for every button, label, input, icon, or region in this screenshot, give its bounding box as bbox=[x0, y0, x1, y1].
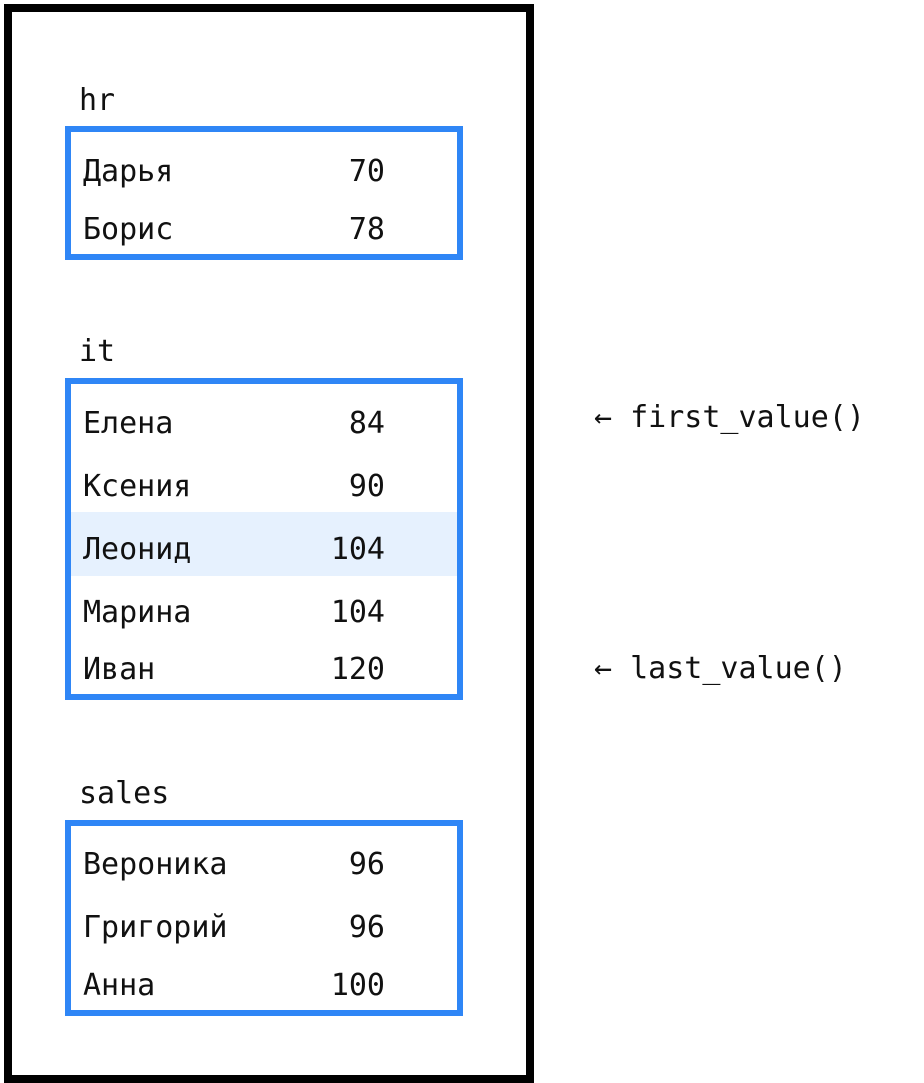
table-row: Григорий 96 bbox=[71, 894, 457, 958]
row-value: 78 bbox=[348, 212, 385, 247]
group-box-it: Елена 84 Ксения 90 Леонид 104 Марина 104… bbox=[65, 378, 463, 700]
table-row: Ксения 90 bbox=[71, 452, 457, 516]
table-row: Иван 120 bbox=[71, 636, 457, 700]
highlighted-row: Леонид 104 bbox=[71, 512, 457, 576]
row-name: Ксения bbox=[83, 469, 192, 504]
row-name: Вероника bbox=[83, 847, 228, 882]
table-row: Анна 100 bbox=[71, 952, 457, 1016]
row-value: 100 bbox=[330, 968, 385, 1003]
group-label-hr: hr bbox=[79, 83, 116, 118]
row-name: Анна bbox=[83, 968, 156, 1003]
row-value: 120 bbox=[330, 652, 385, 687]
group-box-hr: Дарья 70 Борис 78 bbox=[65, 126, 463, 260]
table-row: Вероника 96 bbox=[71, 830, 457, 894]
last-value-annotation: ← last_value() bbox=[594, 651, 847, 686]
row-value: 104 bbox=[330, 595, 385, 630]
row-value: 70 bbox=[348, 154, 385, 189]
row-name: Григорий bbox=[83, 910, 228, 945]
table-row: Дарья 70 bbox=[71, 140, 457, 204]
row-value: 84 bbox=[348, 406, 385, 441]
row-value: 96 bbox=[348, 910, 385, 945]
row-name: Дарья bbox=[83, 154, 174, 189]
row-value: 90 bbox=[348, 469, 385, 504]
row-name: Борис bbox=[83, 212, 174, 247]
first-value-annotation: ← first_value() bbox=[594, 400, 865, 435]
row-name: Елена bbox=[83, 406, 174, 441]
row-name: Марина bbox=[83, 595, 192, 630]
group-label-sales: sales bbox=[79, 776, 170, 811]
row-name: Леонид bbox=[83, 532, 192, 567]
row-name: Иван bbox=[83, 652, 156, 687]
table-row: Марина 104 bbox=[71, 578, 457, 642]
row-value: 96 bbox=[348, 847, 385, 882]
group-box-sales: Вероника 96 Григорий 96 Анна 100 bbox=[65, 820, 463, 1016]
table-row: Елена 84 bbox=[71, 388, 457, 452]
table-row: Борис 78 bbox=[71, 198, 457, 262]
group-label-it: it bbox=[79, 334, 116, 369]
row-value: 104 bbox=[330, 532, 385, 567]
